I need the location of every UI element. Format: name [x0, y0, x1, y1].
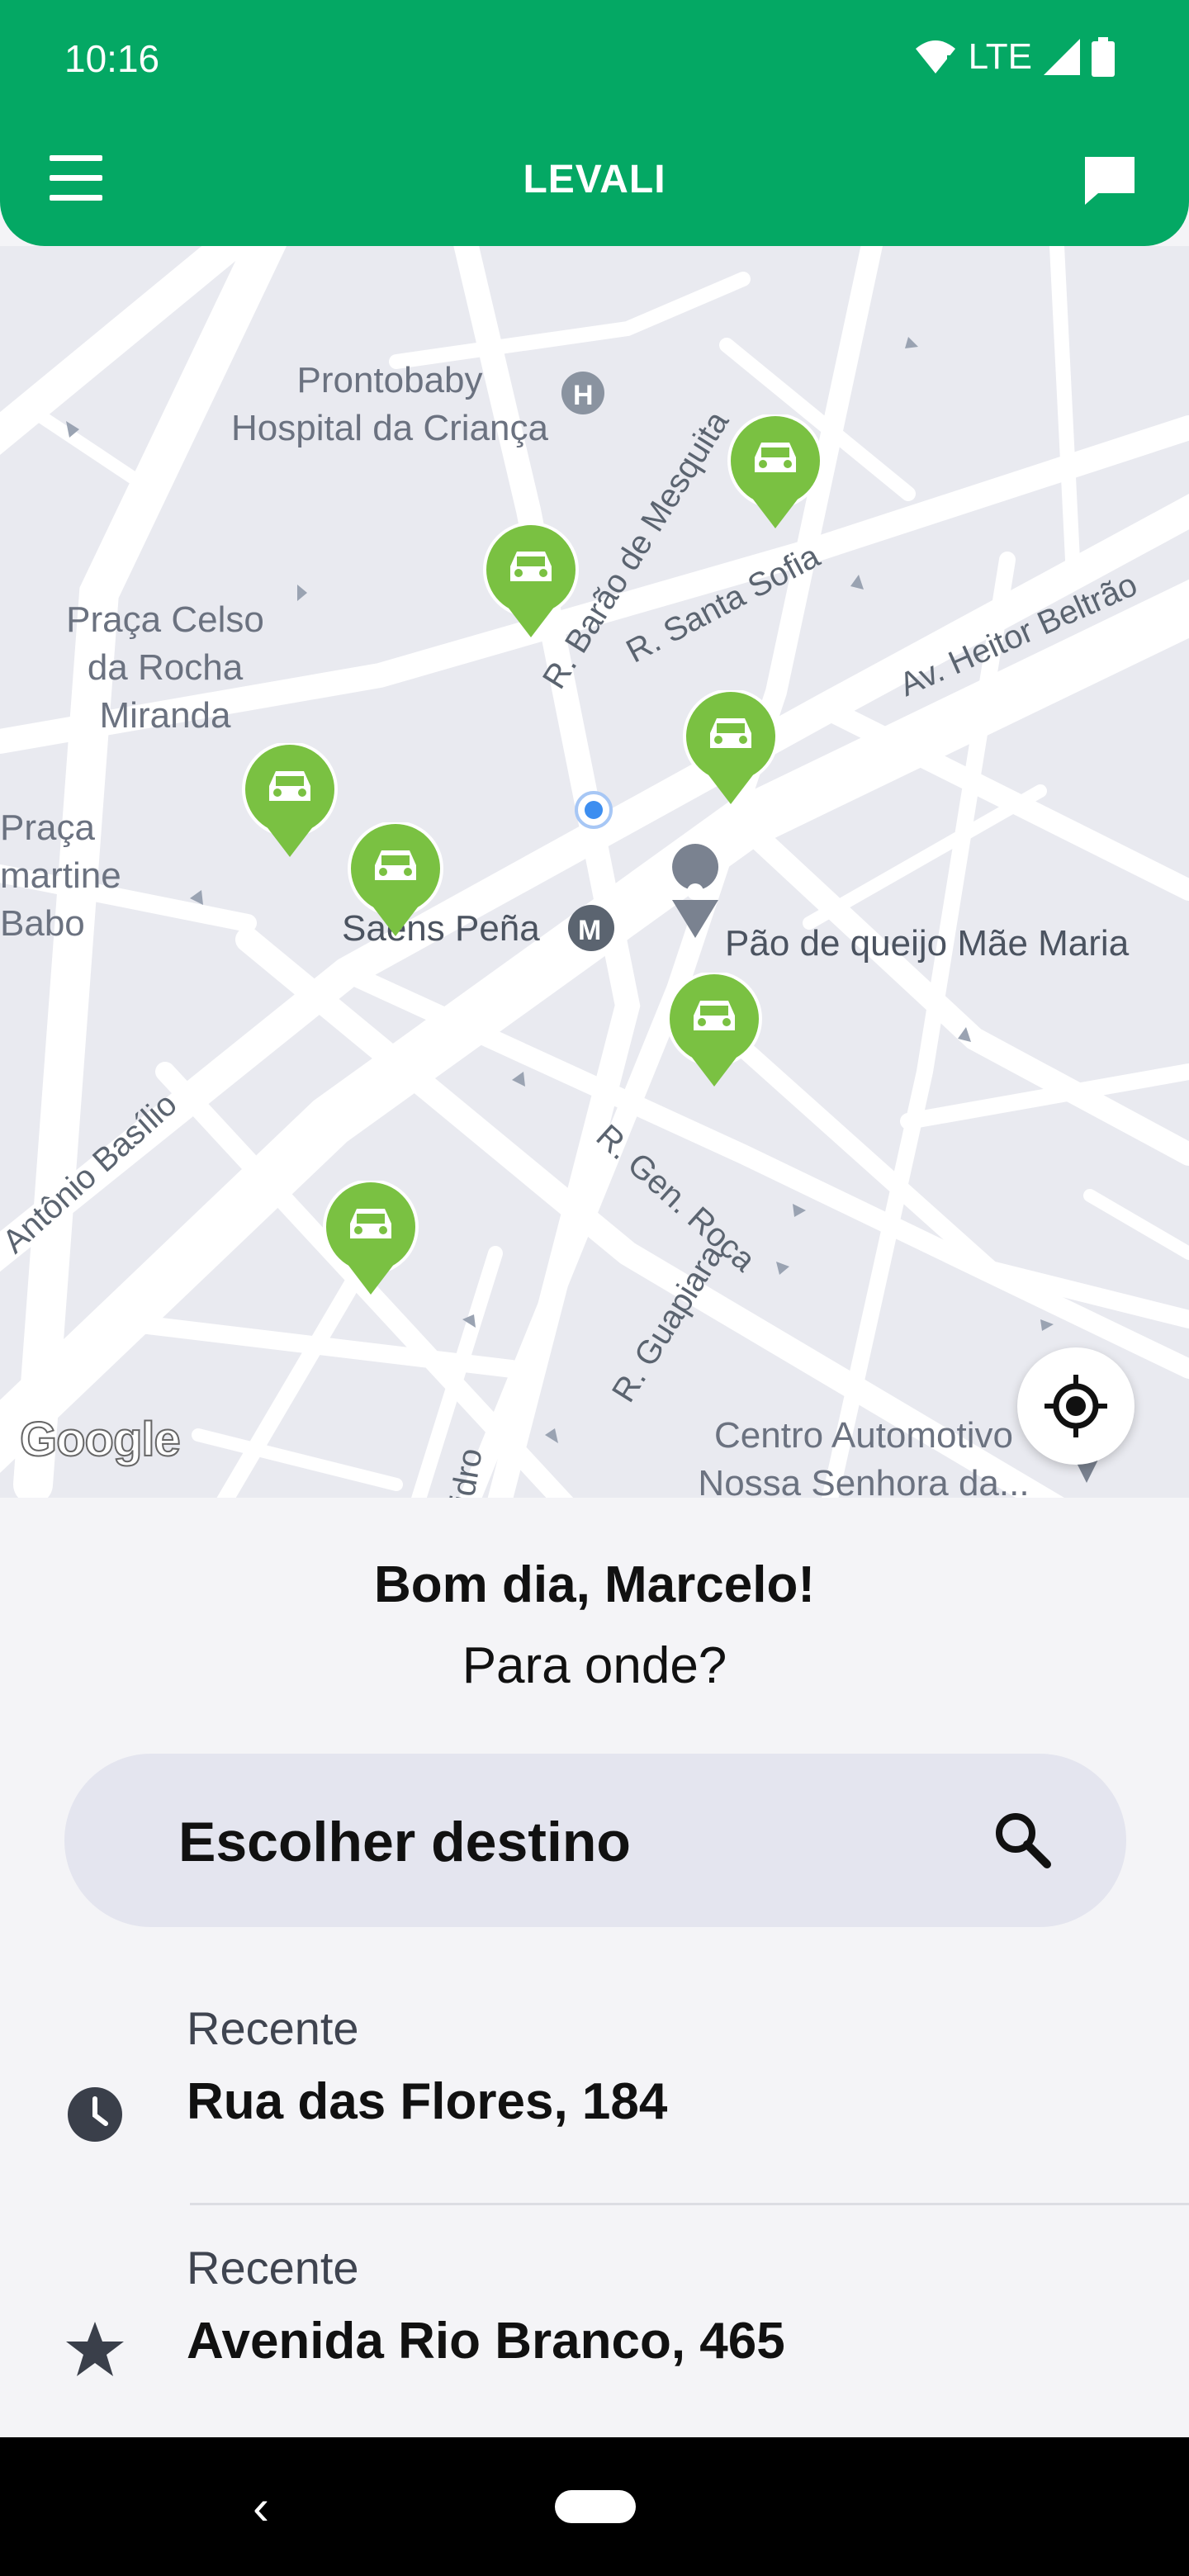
search-icon[interactable] [991, 1808, 1054, 1871]
car-marker[interactable] [682, 690, 779, 806]
car-marker[interactable] [666, 973, 763, 1088]
recent-destination-item[interactable]: Recente Rua das Flores, 184 [0, 2001, 1189, 2208]
my-location-button[interactable] [1017, 1347, 1135, 1465]
praca-lamartine-label: Praça martine Babo [0, 807, 121, 944]
car-marker[interactable] [482, 523, 580, 639]
user-location-dot [575, 791, 613, 829]
centro-automotivo-label: Centro Automotivo Nossa Senhora da... [698, 1415, 1030, 1498]
hospital-label: Prontobaby Hospital da Criança [231, 360, 548, 448]
destination-search-input[interactable]: Escolher destino [64, 1754, 1126, 1927]
greeting-text: Bom dia, Marcelo! [374, 1556, 815, 1613]
status-time: 10:16 [64, 37, 160, 80]
search-placeholder: Escolher destino [178, 1811, 631, 1873]
destination-sheet: Bom dia, Marcelo! Para onde? Escolher de… [0, 1498, 1189, 2437]
app-header: 10:16 LTE LEVALI [0, 0, 1189, 246]
wifi-icon [915, 40, 955, 73]
car-marker[interactable] [322, 1181, 419, 1296]
car-marker[interactable] [347, 822, 444, 938]
chat-icon [1085, 157, 1135, 205]
destination-prompt: Para onde? [462, 1637, 727, 1694]
home-button[interactable] [555, 2490, 636, 2523]
signal-icon [1044, 39, 1080, 75]
recent-destination-item[interactable]: Recente Avenida Rio Branco, 465 [0, 2241, 1189, 2447]
battery-icon [1092, 37, 1115, 77]
crosshair-icon [1045, 1375, 1107, 1437]
google-attribution: Google [19, 1412, 182, 1467]
back-button[interactable]: ‹ [253, 2479, 269, 2536]
network-type: LTE [968, 36, 1032, 77]
recent-address: Avenida Rio Branco, 465 [187, 2313, 785, 2370]
car-marker[interactable] [241, 743, 339, 859]
recent-address: Rua das Flores, 184 [187, 2073, 668, 2130]
star-icon [66, 2322, 124, 2376]
app-title: LEVALI [523, 158, 666, 201]
recent-label: Recente [187, 2242, 359, 2294]
recent-label: Recente [187, 2002, 359, 2054]
car-marker[interactable] [727, 414, 824, 530]
pao-de-queijo-label: Pão de queijo Mãe Maria [725, 923, 1130, 964]
map-view[interactable]: H M Prontobaby Hospital da Criança Praça… [0, 246, 1189, 1498]
status-icons: LTE [914, 36, 1115, 78]
clock-icon [68, 2087, 122, 2142]
divider [190, 2203, 1189, 2205]
system-nav-bar: ‹ [0, 2437, 1189, 2576]
chat-button[interactable] [1082, 154, 1138, 206]
praca-celso-label: Praça Celso da Rocha Miranda [66, 599, 264, 736]
map-streets: H M [0, 246, 1189, 1498]
svg-text:M: M [578, 915, 601, 946]
